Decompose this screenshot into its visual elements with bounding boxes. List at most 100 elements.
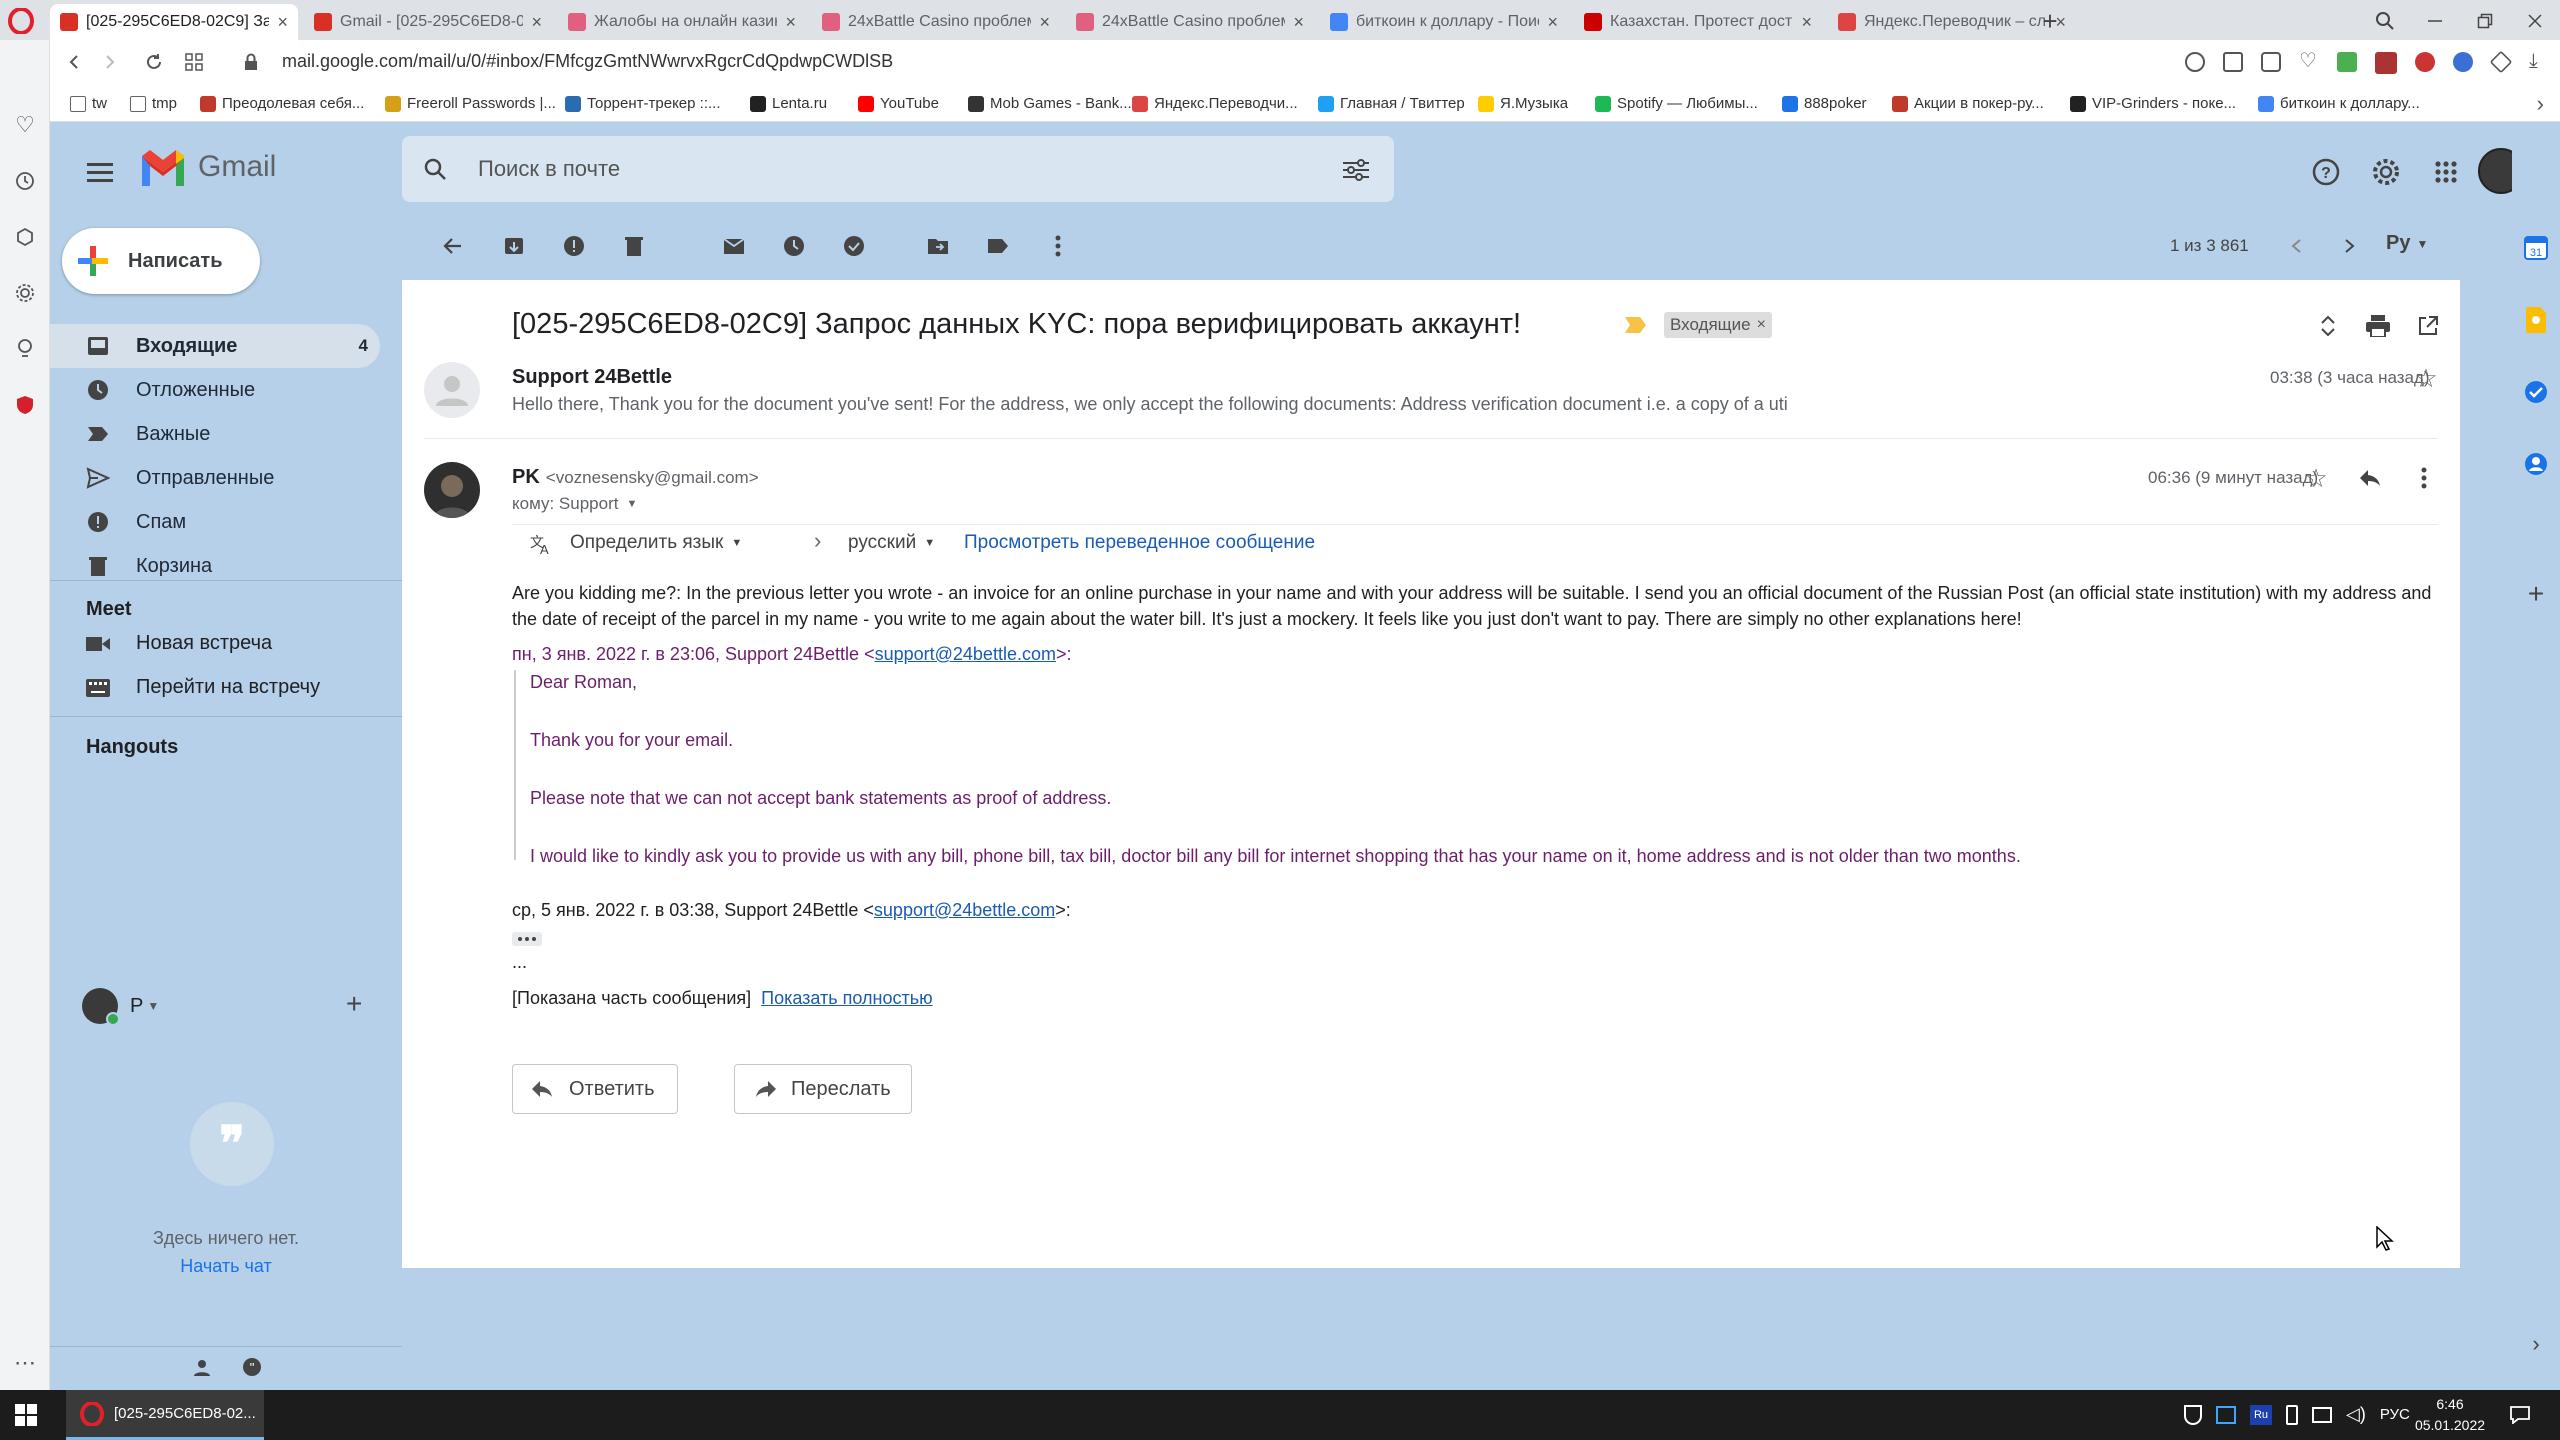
archive-icon[interactable] xyxy=(498,230,530,262)
opera-logo-icon[interactable] xyxy=(6,6,36,36)
report-spam-icon[interactable] xyxy=(558,230,590,262)
star-icon[interactable]: ☆ xyxy=(2300,462,2332,494)
windows-start-icon[interactable] xyxy=(14,1403,38,1427)
bookmark-item[interactable]: tmp xyxy=(130,85,177,122)
bookmark-item[interactable]: YouTube xyxy=(858,85,939,122)
sidebar-heart-icon[interactable]: ♡ xyxy=(12,112,38,138)
bookmark-item[interactable]: tw xyxy=(70,85,107,122)
back-to-inbox-icon[interactable] xyxy=(437,230,469,262)
sidebar-settings-icon[interactable] xyxy=(12,280,38,306)
bookmark-item[interactable]: биткоин к доллару... xyxy=(2258,85,2420,122)
expand-all-icon[interactable] xyxy=(2314,312,2342,340)
search-input[interactable]: Поиск в почте xyxy=(478,156,620,182)
show-trimmed-content-icon[interactable] xyxy=(512,932,542,946)
sidebar-more-icon[interactable]: ⋯ xyxy=(12,1350,38,1376)
nav-item-1[interactable]: Входящие 4 xyxy=(50,324,380,368)
taskbar-opera-window[interactable]: [025-295C6ED8-02... xyxy=(66,1390,264,1440)
bookmark-item[interactable]: Freeroll Passwords |... xyxy=(385,85,556,122)
hangouts-chat-icon[interactable]: " xyxy=(236,1352,268,1384)
message-collapsed[interactable]: Support 24Bettle Hello there, Thank you … xyxy=(402,342,2460,438)
download-icon[interactable]: ⤓ xyxy=(2529,51,2549,72)
input-tools-button[interactable]: Ру ▼ xyxy=(2386,232,2428,255)
bookmark-item[interactable]: Яндекс.Переводчи... xyxy=(1132,85,1298,122)
help-icon[interactable]: ? xyxy=(2310,156,2342,188)
new-tab-button[interactable]: + xyxy=(2035,6,2065,36)
share-icon[interactable] xyxy=(2223,52,2243,72)
extension-vk-icon[interactable] xyxy=(2415,52,2435,72)
speed-dial-icon[interactable] xyxy=(180,48,208,76)
tray-screen-icon[interactable] xyxy=(2216,1405,2236,1424)
bookmark-item[interactable]: Spotify — Любимы... xyxy=(1595,85,1758,122)
forward-button[interactable]: Переслать xyxy=(734,1064,912,1114)
back-icon[interactable] xyxy=(60,48,88,76)
search-icon[interactable] xyxy=(420,154,450,184)
zoom-icon[interactable] xyxy=(2185,52,2205,72)
contacts-person-icon[interactable] xyxy=(186,1352,218,1384)
close-tab-icon[interactable]: × xyxy=(785,12,796,33)
sidebar-vpn-icon[interactable] xyxy=(12,392,38,418)
browser-tab[interactable]: Gmail - [025-295C6ED8-02 × xyxy=(304,4,552,40)
browser-tab[interactable]: Жалобы на онлайн казин × xyxy=(558,4,806,40)
print-icon[interactable] xyxy=(2364,312,2392,340)
bookmark-item[interactable]: Преодолевая себя... xyxy=(200,85,364,122)
reply-button[interactable]: Ответить xyxy=(512,1064,678,1114)
browser-tab[interactable]: Казахстан. Протест дости × xyxy=(1574,4,1822,40)
close-tab-icon[interactable]: × xyxy=(1039,12,1050,33)
bookmark-item[interactable]: Акции в покер-ру... xyxy=(1892,85,2044,122)
tasks-icon[interactable] xyxy=(2522,378,2550,406)
get-addons-icon[interactable]: + xyxy=(2522,578,2550,609)
bookmark-item[interactable]: VIP-Grinders - поке... xyxy=(2070,85,2236,122)
bookmark-item[interactable]: Торрент-трекер ::... xyxy=(565,85,720,122)
snooze-icon[interactable] xyxy=(778,230,810,262)
forward-icon[interactable] xyxy=(96,48,124,76)
tray-ime-badge[interactable]: Ru xyxy=(2250,1404,2272,1425)
move-to-icon[interactable] xyxy=(922,230,954,262)
quote-email-link[interactable]: support@24bettle.com xyxy=(874,900,1055,920)
nav-item-3[interactable]: Важные xyxy=(50,412,380,456)
new-meeting-button[interactable]: Новая встреча xyxy=(86,632,272,655)
show-full-link[interactable]: Показать полностью xyxy=(761,988,932,1009)
more-options-icon[interactable] xyxy=(1042,230,1074,262)
restore-icon[interactable] xyxy=(2470,6,2500,36)
extension-shield-icon[interactable] xyxy=(2453,52,2473,72)
add-hangout-icon[interactable]: + xyxy=(346,988,362,1020)
labels-icon[interactable] xyxy=(982,230,1014,262)
importance-marker-icon[interactable] xyxy=(1625,316,1647,334)
quote-email-link[interactable]: support@24bettle.com xyxy=(875,644,1056,664)
prev-message-icon[interactable] xyxy=(2282,232,2310,260)
battery-icon[interactable] xyxy=(2286,1404,2298,1425)
delete-icon[interactable] xyxy=(618,230,650,262)
notifications-icon[interactable] xyxy=(2508,1403,2532,1427)
contacts-icon[interactable] xyxy=(2522,450,2550,478)
close-tab-icon[interactable]: × xyxy=(1801,12,1812,33)
lock-icon[interactable] xyxy=(240,50,262,74)
bookmark-item[interactable]: Главная / Твиттер xyxy=(1318,85,1465,122)
show-side-panel-icon[interactable]: › xyxy=(2522,1330,2550,1358)
close-tab-icon[interactable]: × xyxy=(277,12,288,33)
more-vert-icon[interactable] xyxy=(2408,462,2440,494)
volume-icon[interactable]: ◁) xyxy=(2346,1404,2366,1425)
hangouts-user[interactable]: P ▼ xyxy=(82,988,159,1026)
nav-item-2[interactable]: Отложенные xyxy=(50,368,380,412)
gmail-logo[interactable]: Gmail xyxy=(138,148,276,186)
add-to-tasks-icon[interactable] xyxy=(838,230,870,262)
source-language-select[interactable]: Определить язык ▼ xyxy=(570,532,742,554)
close-window-icon[interactable] xyxy=(2520,6,2550,36)
open-new-window-icon[interactable] xyxy=(2414,312,2442,340)
sidebar-extensions-icon[interactable] xyxy=(12,224,38,250)
bookmark-item[interactable]: Mob Games - Bank... xyxy=(968,85,1132,122)
extension-counter-icon[interactable] xyxy=(2375,52,2397,74)
browser-tab[interactable]: биткоин к доллару - Поис × xyxy=(1320,4,1568,40)
sidebar-history-icon[interactable] xyxy=(12,168,38,194)
join-meeting-button[interactable]: Перейти на встречу xyxy=(86,676,320,699)
settings-gear-icon[interactable] xyxy=(2370,156,2402,188)
target-language-select[interactable]: русский ▼ xyxy=(848,532,935,554)
nav-item-5[interactable]: Спам xyxy=(50,500,380,544)
heart-icon[interactable]: ♡ xyxy=(2299,51,2319,72)
browser-tab[interactable]: [025-295C6ED8-02C9] Зап × xyxy=(50,4,298,40)
star-icon[interactable]: ☆ xyxy=(2412,363,2440,393)
input-language[interactable]: РУС xyxy=(2380,1406,2410,1423)
bookmarks-more-icon[interactable]: › xyxy=(2537,91,2544,117)
browser-tab[interactable]: 24xBattle Casino проблем × xyxy=(812,4,1060,40)
apps-grid-icon[interactable] xyxy=(2430,156,2462,188)
